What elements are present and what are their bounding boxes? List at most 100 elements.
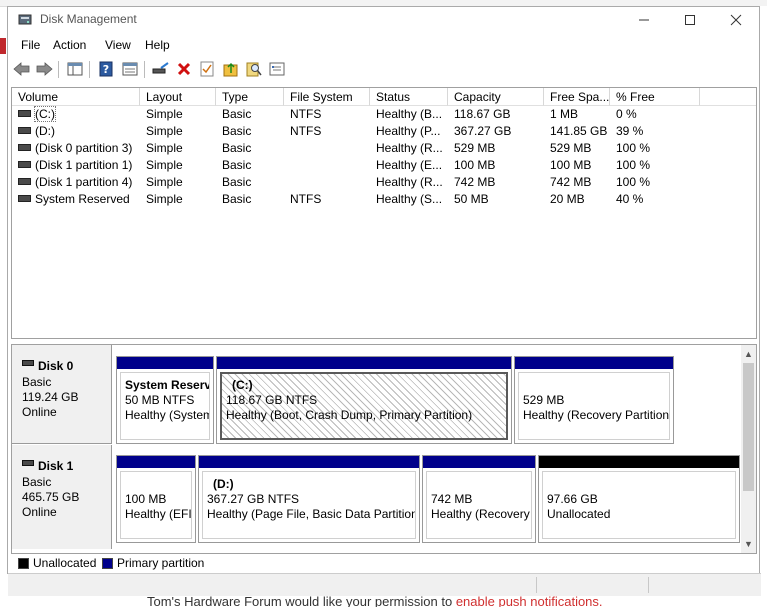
table-cell: Healthy (E...: [376, 158, 443, 172]
legend-primary-partition: Primary partition: [117, 556, 205, 570]
connect-virtual-disk-button[interactable]: [151, 60, 171, 78]
maximize-icon: [685, 15, 695, 25]
show-hide-console-tree-button[interactable]: [65, 60, 85, 78]
table-row-volume[interactable]: (Disk 1 partition 4): [12, 174, 140, 191]
menu-file[interactable]: File: [21, 38, 40, 52]
folder-up-icon: [223, 62, 238, 77]
scroll-down-arrow[interactable]: ▼: [741, 537, 756, 551]
disk-0-label[interactable]: Disk 0 Basic 119.24 GB Online: [12, 345, 112, 444]
volume-name: (Disk 1 partition 4): [35, 175, 133, 189]
background-page-mark: [0, 38, 6, 54]
table-cell: Healthy (S...: [376, 192, 443, 206]
table-row-volume[interactable]: (D:): [12, 123, 140, 140]
table-cell: Basic: [222, 158, 252, 172]
partition-disk1-recovery[interactable]: 742 MB Healthy (Recovery: [422, 455, 536, 543]
primary-partition-bar: [423, 456, 535, 468]
checklist-icon: [200, 61, 214, 77]
partition-status: Healthy (Boot, Crash Dump, Primary Parti…: [226, 408, 473, 422]
scrollbar-thumb[interactable]: [743, 363, 754, 491]
partition-status: Healthy (Page File, Basic Data Partition…: [207, 507, 416, 521]
partition-body: 742 MB Healthy (Recovery: [426, 471, 532, 539]
forward-button[interactable]: [34, 60, 54, 78]
table-cell: Simple: [146, 141, 183, 155]
partition-title: (C:): [232, 378, 253, 392]
table-cell: Healthy (R...: [376, 141, 443, 155]
table-cell: 367.27 GB: [454, 124, 512, 138]
table-row-volume[interactable]: (C:): [12, 106, 140, 123]
notice-text: Tom's Hardware Forum would like your per…: [147, 596, 456, 607]
vertical-scrollbar[interactable]: ▲ ▼: [741, 345, 756, 553]
table-cell: 100 %: [616, 158, 651, 172]
check-button[interactable]: [197, 60, 217, 78]
partition-efi[interactable]: 100 MB Healthy (EFI: [116, 455, 196, 543]
drive-icon: [18, 127, 31, 135]
table-cell: [284, 157, 370, 174]
partition-title: System Reserve: [125, 378, 210, 392]
menu-view[interactable]: View: [105, 38, 131, 52]
close-icon: [730, 14, 742, 26]
column-header-layout[interactable]: Layout: [140, 88, 216, 106]
column-header-volume[interactable]: Volume: [12, 88, 140, 106]
partition-unallocated[interactable]: 97.66 GB Unallocated: [538, 455, 740, 543]
table-cell: NTFS: [290, 192, 322, 206]
column-header-capacity[interactable]: Capacity: [448, 88, 544, 106]
disk-management-app-icon: [18, 14, 32, 25]
settings-list-button[interactable]: [267, 60, 287, 78]
properties-view-button[interactable]: [120, 60, 140, 78]
volume-list: Volume Layout Type File System Status Ca…: [11, 87, 757, 339]
column-header-free-space[interactable]: Free Spa...: [544, 88, 610, 106]
partition-size: 118.67 GB NTFS: [226, 393, 318, 407]
partition-body: System Reserve 50 MB NTFS Healthy (Syste…: [120, 372, 210, 440]
minimize-button[interactable]: [621, 7, 667, 33]
partition-system-reserved[interactable]: System Reserve 50 MB NTFS Healthy (Syste…: [116, 356, 214, 444]
column-header-file-system[interactable]: File System: [284, 88, 370, 106]
table-cell: Simple: [146, 175, 183, 189]
table-row-volume[interactable]: (Disk 1 partition 1): [12, 157, 140, 174]
forward-arrow-icon: [36, 62, 53, 76]
column-header-percent-free[interactable]: % Free: [610, 88, 700, 106]
column-header-type[interactable]: Type: [216, 88, 284, 106]
maximize-button[interactable]: [667, 7, 713, 33]
search-icon: [246, 62, 262, 77]
partition-size: 97.66 GB: [547, 492, 598, 506]
search-button[interactable]: [244, 60, 264, 78]
column-header-filler: [700, 88, 756, 106]
close-button[interactable]: [713, 7, 759, 33]
up-folder-button[interactable]: [221, 60, 241, 78]
scroll-up-arrow[interactable]: ▲: [741, 347, 756, 361]
help-button[interactable]: ?: [96, 60, 116, 78]
volume-name: System Reserved: [35, 192, 130, 206]
table-cell: 20 MB: [550, 192, 585, 206]
disk-name: Disk 0: [38, 359, 74, 373]
primary-partition-bar: [217, 357, 511, 369]
partition-c-drive[interactable]: (C:) 118.67 GB NTFS Healthy (Boot, Crash…: [216, 356, 512, 444]
unallocated-swatch: [18, 558, 29, 569]
disk-management-window: Disk Management File Action View Help ?: [7, 6, 761, 596]
table-cell: 100 %: [616, 141, 651, 155]
unallocated-bar: [539, 456, 739, 468]
menu-action[interactable]: Action: [53, 38, 86, 52]
enable-notifications-link[interactable]: enable push notifications.: [456, 596, 603, 607]
table-cell: 141.85 GB: [550, 124, 608, 138]
delete-button[interactable]: [174, 60, 194, 78]
partition-d-drive[interactable]: (D:) 367.27 GB NTFS Healthy (Page File, …: [198, 455, 420, 543]
back-button[interactable]: [12, 60, 32, 78]
menu-help[interactable]: Help: [145, 38, 170, 52]
table-cell: NTFS: [290, 107, 322, 121]
table-row-volume[interactable]: (Disk 0 partition 3): [12, 140, 140, 157]
table-cell: Healthy (B...: [376, 107, 443, 121]
partition-disk0-recovery[interactable]: 529 MB Healthy (Recovery Partition): [514, 356, 674, 444]
toolbar-separator: [89, 61, 90, 78]
table-row-volume[interactable]: System Reserved: [12, 191, 140, 208]
disk-1-label[interactable]: Disk 1 Basic 465.75 GB Online: [12, 445, 112, 549]
table-cell: 100 MB: [454, 158, 496, 172]
table-cell: Simple: [146, 192, 183, 206]
legend: Unallocated Primary partition: [11, 555, 757, 571]
drive-icon: [18, 161, 31, 169]
column-header-status[interactable]: Status: [370, 88, 448, 106]
title-bar[interactable]: Disk Management: [8, 7, 759, 33]
disk-icon: [22, 360, 34, 366]
table-cell: 742 MB: [454, 175, 496, 189]
disk-type: Basic: [22, 375, 52, 389]
table-cell: 529 MB: [454, 141, 496, 155]
